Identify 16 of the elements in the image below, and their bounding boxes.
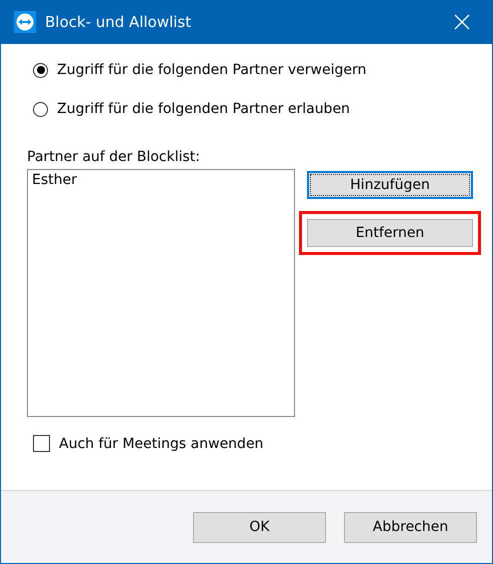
radio-button[interactable] bbox=[33, 62, 48, 78]
side-button[interactable]: Entfernen bbox=[307, 219, 473, 247]
dialog-button[interactable]: OK bbox=[193, 512, 326, 542]
option-label[interactable]: Zugriff für die folgenden Partner verweigern bbox=[57, 62, 366, 78]
radio-button[interactable] bbox=[33, 102, 48, 116]
list-label: Partner auf der Blocklist: bbox=[27, 149, 202, 165]
window-title: Block- und Allowlist bbox=[45, 13, 192, 31]
close-icon[interactable] bbox=[454, 14, 470, 30]
checkbox[interactable] bbox=[33, 435, 50, 452]
app-logo-icon bbox=[14, 11, 36, 33]
dialog-button[interactable]: Abbrechen bbox=[344, 512, 477, 542]
option-label[interactable]: Zugriff für die folgenden Partner erlauben bbox=[57, 101, 350, 117]
checkbox-label[interactable]: Auch für Meetings anwenden bbox=[59, 436, 264, 452]
partner-list[interactable]: Esther bbox=[27, 169, 295, 417]
side-button[interactable]: Hinzufügen bbox=[307, 171, 473, 199]
list-item[interactable]: Esther bbox=[32, 172, 290, 188]
